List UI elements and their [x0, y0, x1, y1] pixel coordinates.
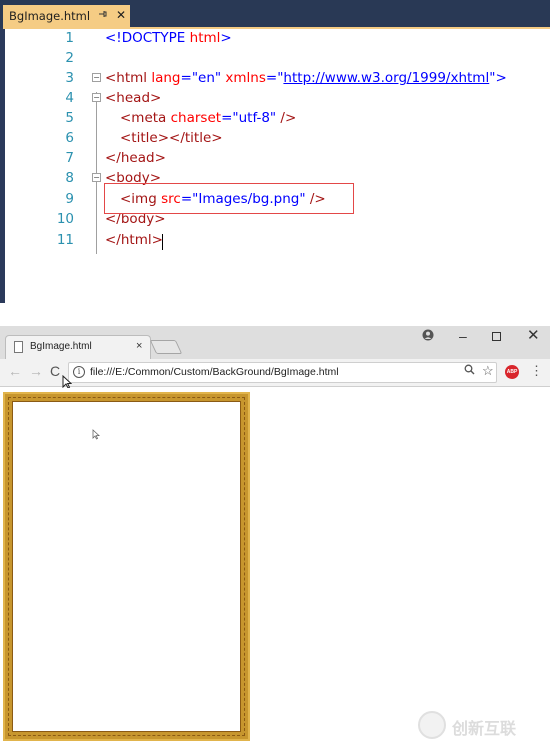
close-icon[interactable]: × — [136, 340, 142, 352]
code-line: 11 </html> — [0, 230, 550, 250]
code-line: 4 − <head> — [0, 88, 550, 108]
line-number: 9 — [65, 191, 74, 207]
line-number: 7 — [65, 150, 74, 166]
line-code: <title></title> — [120, 130, 223, 146]
minimize-icon[interactable]: – — [459, 328, 467, 344]
maximize-icon[interactable] — [492, 332, 501, 341]
line-number: 2 — [65, 50, 74, 66]
line-code: <html lang="en" xmlns="http://www.w3.org… — [105, 70, 507, 86]
url-text[interactable]: file:///E:/Common/Custom/BackGround/BgIm… — [90, 366, 339, 378]
info-icon[interactable]: i — [73, 366, 85, 378]
editor-tab-title: BgImage.html — [9, 9, 91, 23]
adblock-extension-icon[interactable]: ABP — [505, 365, 519, 379]
bookmark-star-icon[interactable]: ☆ — [482, 363, 494, 379]
line-number: 8 — [65, 170, 74, 186]
line-code: </html> — [105, 232, 163, 248]
address-bar[interactable]: i file:///E:/Common/Custom/BackGround/Bg… — [68, 362, 497, 383]
line-code: </head> — [105, 150, 166, 166]
code-editor: BgImage.html ✕ 1 <!DOCTYPE html> 2 3 − <… — [0, 0, 550, 303]
reload-icon[interactable]: C — [50, 363, 60, 379]
code-line: 1 <!DOCTYPE html> — [0, 28, 550, 48]
search-icon[interactable] — [464, 364, 475, 378]
separator — [0, 303, 550, 326]
close-window-icon[interactable]: ✕ — [527, 326, 540, 344]
browser-window: BgImage.html × – ✕ ← → C i file:///E:/Co… — [0, 326, 550, 755]
fold-toggle[interactable]: − — [92, 73, 101, 82]
xmlns-link[interactable]: http://www.w3.org/1999/xhtml — [283, 70, 489, 86]
browser-tab-title: BgImage.html — [30, 341, 92, 352]
line-code: <meta charset="utf-8" /> — [120, 110, 297, 126]
editor-tab-bar: BgImage.html ✕ — [0, 0, 550, 28]
new-tab-button[interactable] — [149, 340, 183, 354]
code-line: 2 — [0, 48, 550, 68]
browser-tab[interactable]: BgImage.html × — [5, 335, 151, 359]
code-line: 7 </head> — [0, 148, 550, 168]
watermark-text: 创新互联 — [452, 721, 517, 738]
user-icon[interactable] — [422, 329, 434, 344]
fold-toggle[interactable]: − — [92, 93, 101, 102]
page-viewport — [0, 388, 550, 755]
mouse-cursor-icon — [92, 429, 101, 443]
close-icon[interactable]: ✕ — [116, 8, 126, 22]
menu-icon[interactable]: ⋮ — [530, 363, 543, 379]
line-code: <!DOCTYPE html> — [105, 30, 232, 46]
line-code: <head> — [105, 90, 162, 106]
line-number: 3 — [65, 70, 74, 86]
page-icon — [14, 341, 23, 353]
browser-title-bar: BgImage.html × – ✕ — [0, 326, 550, 359]
line-number: 11 — [56, 232, 74, 248]
pin-icon[interactable] — [98, 9, 108, 22]
forward-icon[interactable]: → — [29, 363, 43, 379]
text-cursor — [162, 234, 163, 250]
browser-toolbar: ← → C i file:///E:/Common/Custom/BackGro… — [0, 359, 550, 387]
line-number: 4 — [65, 90, 74, 106]
line-number: 6 — [65, 130, 74, 146]
line-number: 5 — [65, 110, 74, 126]
background-frame-image — [5, 394, 248, 739]
img-tag-highlight — [104, 183, 354, 214]
code-line: 6 <title></title> — [0, 128, 550, 148]
line-number: 10 — [56, 211, 74, 227]
watermark-logo-icon — [418, 711, 446, 739]
code-line: 5 <meta charset="utf-8" /> — [0, 108, 550, 128]
back-icon[interactable]: ← — [8, 363, 22, 379]
code-line: 3 − <html lang="en" xmlns="http://www.w3… — [0, 68, 550, 88]
fold-toggle[interactable]: − — [92, 173, 101, 182]
watermark: 创新互联 — [418, 705, 548, 745]
editor-tab[interactable]: BgImage.html ✕ — [3, 5, 130, 27]
line-number: 1 — [65, 30, 74, 46]
